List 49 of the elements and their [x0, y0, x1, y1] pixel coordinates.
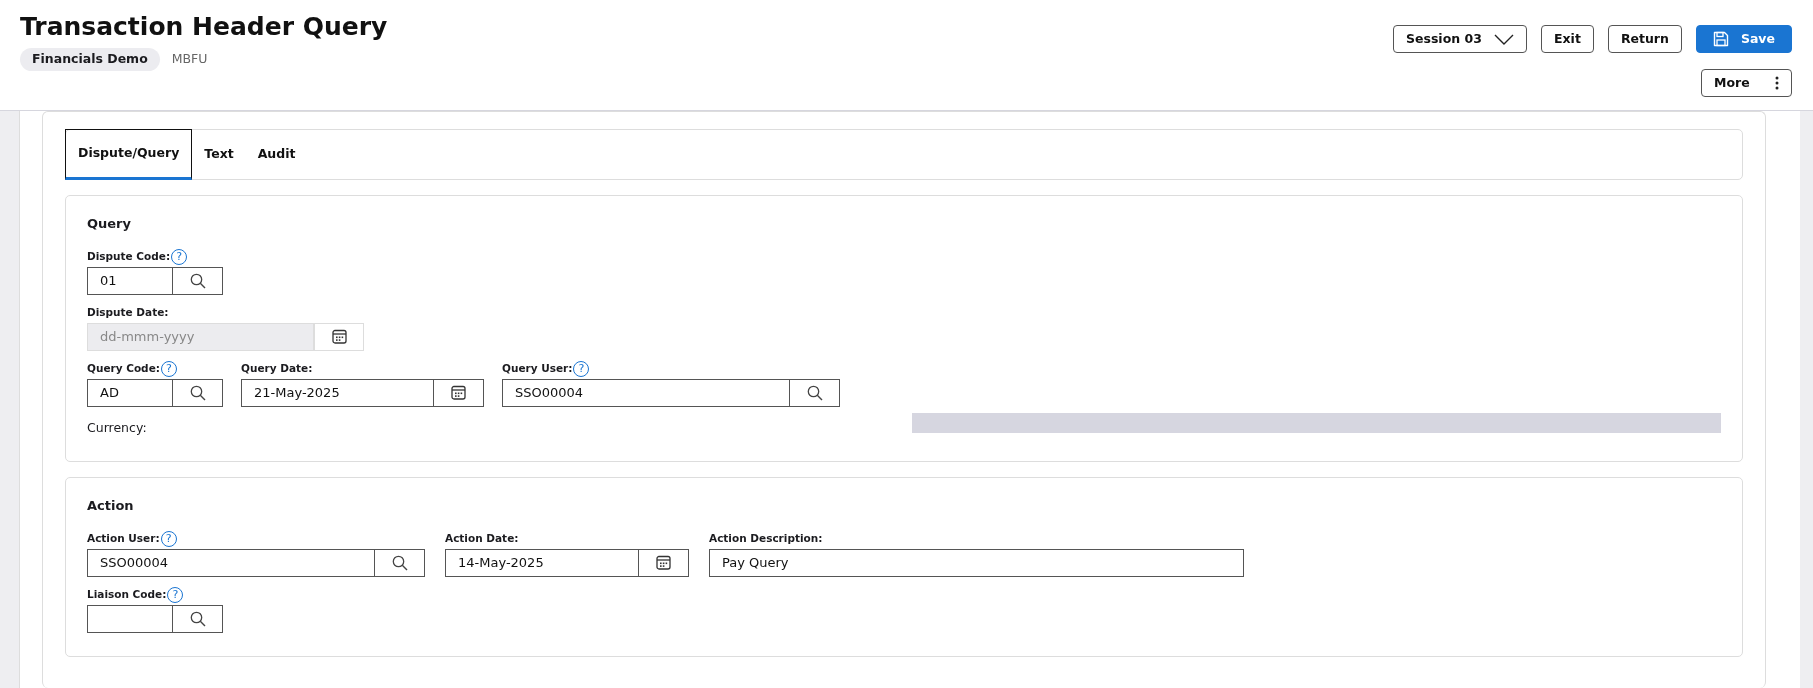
calendar-button[interactable] [639, 548, 689, 577]
search-icon [189, 610, 206, 627]
field-label: Query Code: [87, 361, 160, 376]
program-code: MBFU [171, 50, 208, 68]
page-title: Transaction Header Query [20, 11, 388, 43]
search-icon [189, 272, 206, 289]
section-title: Action [87, 497, 135, 516]
text-field[interactable]: Pay Query [709, 548, 1244, 577]
field-label: Dispute Code: [87, 249, 171, 264]
more-button[interactable]: More [1701, 69, 1792, 97]
field-label: Action User: [87, 531, 160, 547]
lookup-field[interactable]: AD [87, 378, 173, 407]
section-title: Query [87, 215, 132, 233]
calendar-icon [331, 329, 347, 344]
header-button[interactable]: Return [1607, 25, 1682, 53]
field-label: Action Date: [445, 531, 519, 547]
tab[interactable]: Text [192, 130, 246, 179]
lookup-field[interactable]: SSO00004 [502, 378, 790, 407]
tab[interactable]: Dispute/Query [65, 129, 193, 180]
calendar-button[interactable] [434, 378, 484, 407]
search-button[interactable] [173, 604, 223, 633]
field-label: Query Date: [241, 361, 313, 376]
field-label: Action Description: [709, 531, 823, 547]
chevron-down-icon [1494, 33, 1514, 45]
session-dropdown[interactable]: Session 03 [1393, 25, 1527, 53]
date-field[interactable]: 21-May-2025 [241, 378, 434, 407]
search-button[interactable] [790, 378, 840, 407]
field-label: Query User: [502, 361, 573, 376]
date-field[interactable]: 14-May-2025 [445, 548, 639, 577]
search-button[interactable] [375, 548, 425, 577]
calendar-icon [451, 385, 466, 400]
company-badge: Financials Demo [20, 48, 160, 71]
lookup-field[interactable]: SSO00004 [87, 548, 375, 577]
search-icon [806, 384, 823, 401]
lookup-field[interactable]: 01 [87, 266, 173, 295]
search-icon [391, 554, 408, 571]
search-button[interactable] [173, 378, 223, 407]
calendar-icon [656, 555, 671, 571]
save-icon [1712, 31, 1729, 47]
more-vertical-icon [1775, 76, 1779, 90]
field-label: Dispute Date: [87, 305, 169, 320]
header-button[interactable]: Save [1695, 25, 1792, 53]
search-button[interactable] [173, 266, 223, 295]
lookup-field[interactable] [87, 604, 173, 633]
field-label: Currency: [87, 418, 147, 437]
search-icon [189, 384, 206, 401]
header-button[interactable]: Exit [1541, 25, 1594, 53]
tab[interactable]: Audit [245, 130, 308, 179]
field-label: Liaison Code: [87, 587, 167, 603]
